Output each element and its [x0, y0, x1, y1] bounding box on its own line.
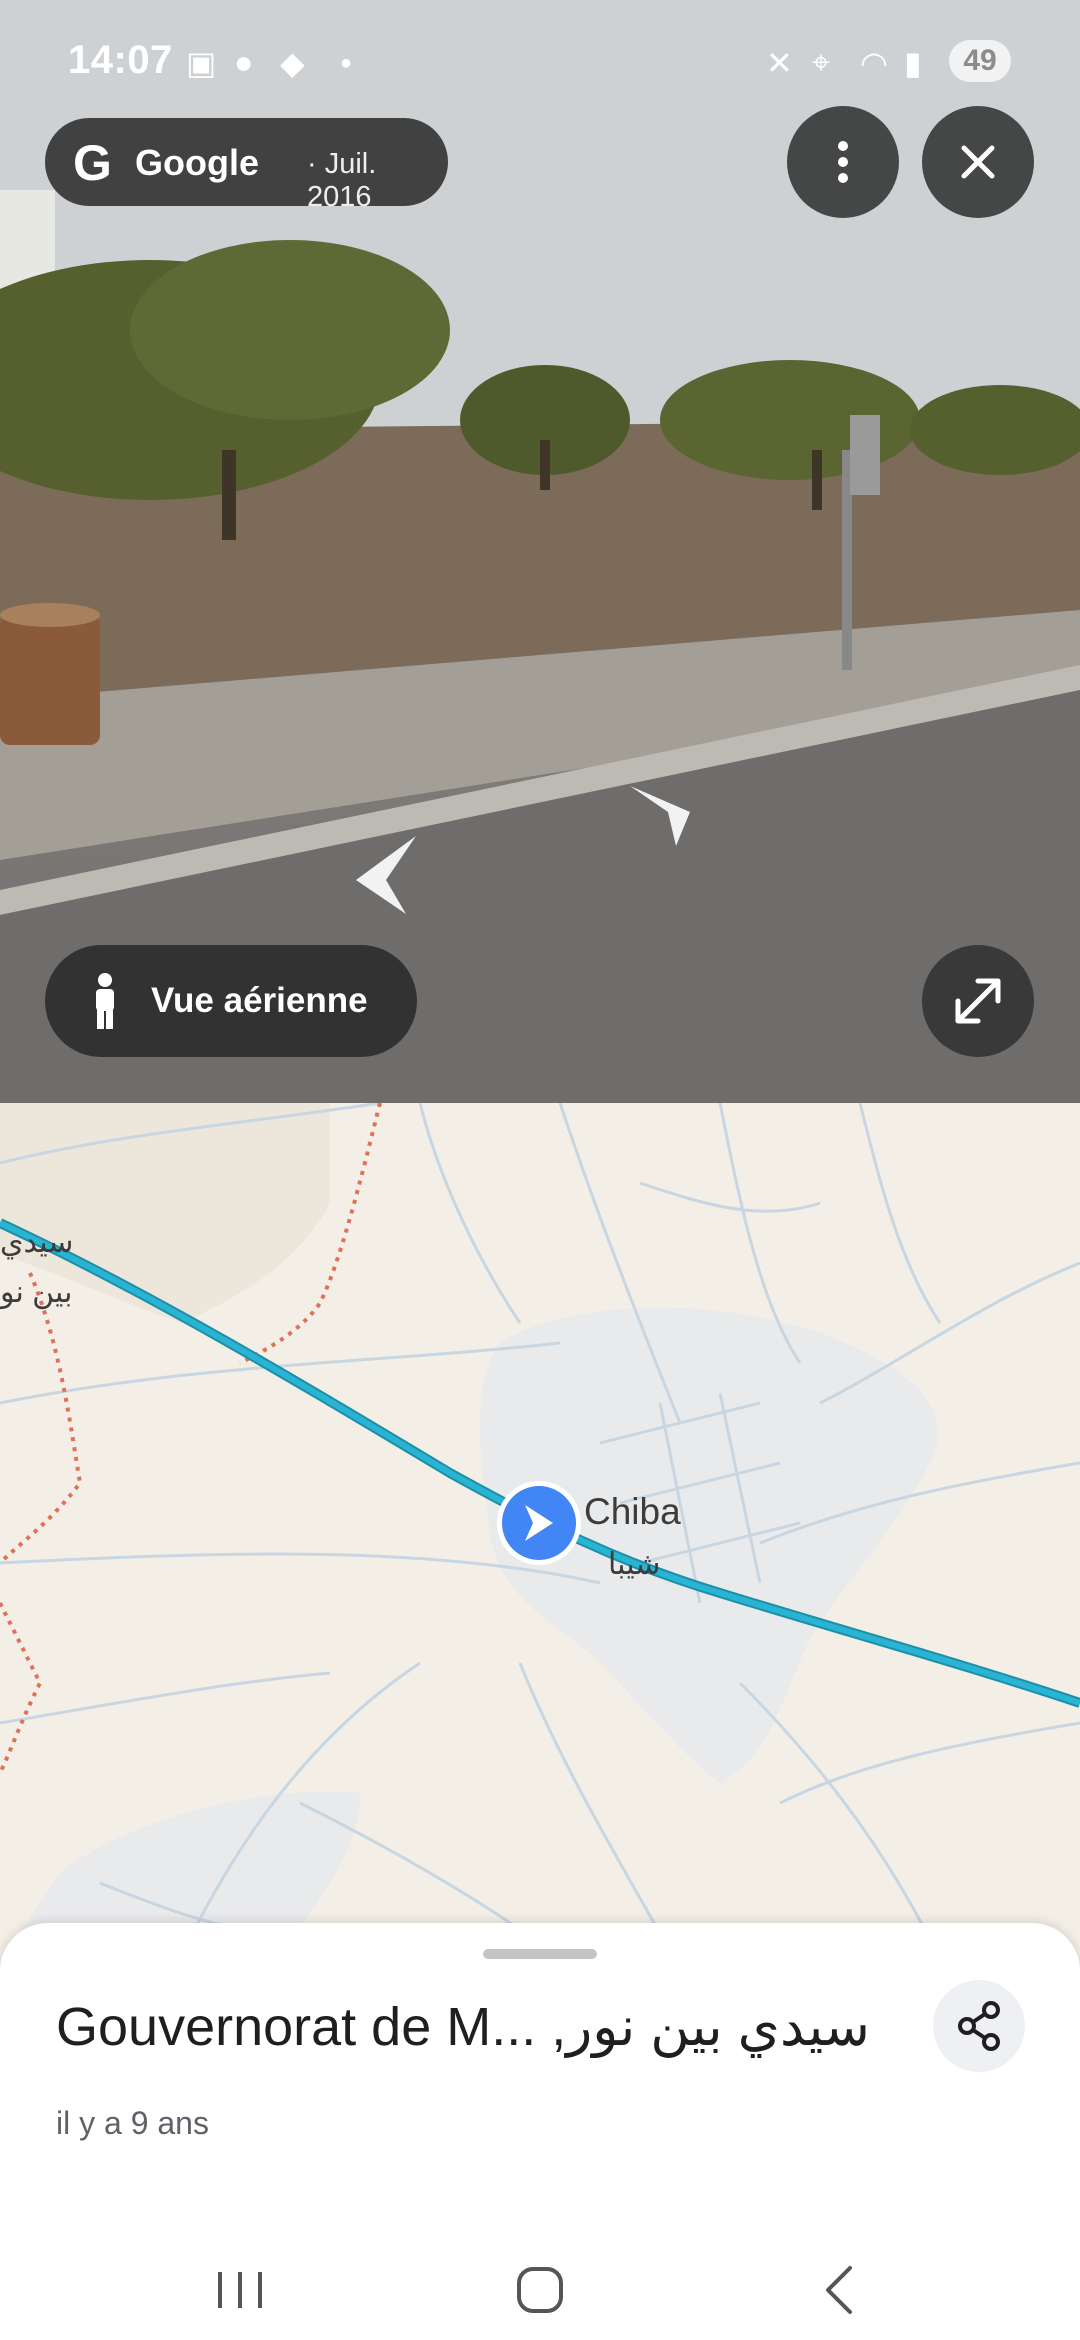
source-brand: Google [135, 142, 259, 183]
drag-handle[interactable] [483, 1949, 597, 1959]
system-nav-bar [0, 2240, 1080, 2340]
current-location-marker[interactable] [495, 1479, 583, 1567]
location-icon: ⌖ [812, 44, 831, 80]
map-view[interactable]: Chiba شيبا سيدي بين نو [0, 1103, 1080, 2003]
capture-age: il y a 9 ans [56, 2105, 209, 2141]
place-label[interactable]: Chiba [584, 1491, 681, 1533]
battery-indicator: 49 [949, 40, 1011, 82]
signal-icon: ▮ [904, 45, 922, 81]
wifi-icon: ◠ [860, 45, 888, 81]
place-title: Gouvernorat de M... ,سيدي بين نور [56, 1997, 870, 2057]
imagery-source-pill[interactable]: G Google · Juil. 2016 [45, 118, 448, 213]
status-bar: 14:07 ▣ ● ◆ ● ✕ ⌖ ◠ ▮ 49 [0, 0, 1080, 125]
map-edge-label: بين نو [0, 1276, 73, 1309]
map-edge-label: سيدي [0, 1226, 74, 1259]
expand-icon [955, 978, 1001, 1024]
close-button[interactable] [922, 106, 1034, 218]
capture-date: · Juil. 2016 [307, 148, 377, 213]
share-icon [958, 2001, 1000, 2051]
share-button[interactable] [933, 1980, 1025, 2072]
mute-icon: ✕ [766, 45, 793, 81]
screenshot-icon: ▣ [186, 45, 217, 81]
more-vert-icon [838, 141, 848, 183]
pegman-icon [96, 973, 114, 1029]
more-options-button[interactable] [787, 106, 899, 218]
chat-icon: ● [234, 44, 254, 80]
home-icon[interactable] [500, 2250, 580, 2330]
dot-icon: ● [340, 52, 353, 74]
aerial-view-label: Vue aérienne [151, 981, 368, 1020]
snapchat-icon: ◆ [280, 45, 305, 81]
place-label-arabic: شيبا [608, 1548, 661, 1581]
back-icon[interactable] [800, 2250, 880, 2330]
recents-icon[interactable] [200, 2250, 280, 2330]
street-view-panorama[interactable]: 14:07 ▣ ● ◆ ● ✕ ⌖ ◠ ▮ 49 G Google · Juil… [0, 0, 1080, 1103]
aerial-view-button[interactable]: Vue aérienne [45, 945, 417, 1057]
expand-button[interactable] [922, 945, 1034, 1057]
status-time: 14:07 [68, 38, 173, 82]
close-icon [961, 145, 995, 179]
google-logo-icon: G [73, 135, 112, 191]
